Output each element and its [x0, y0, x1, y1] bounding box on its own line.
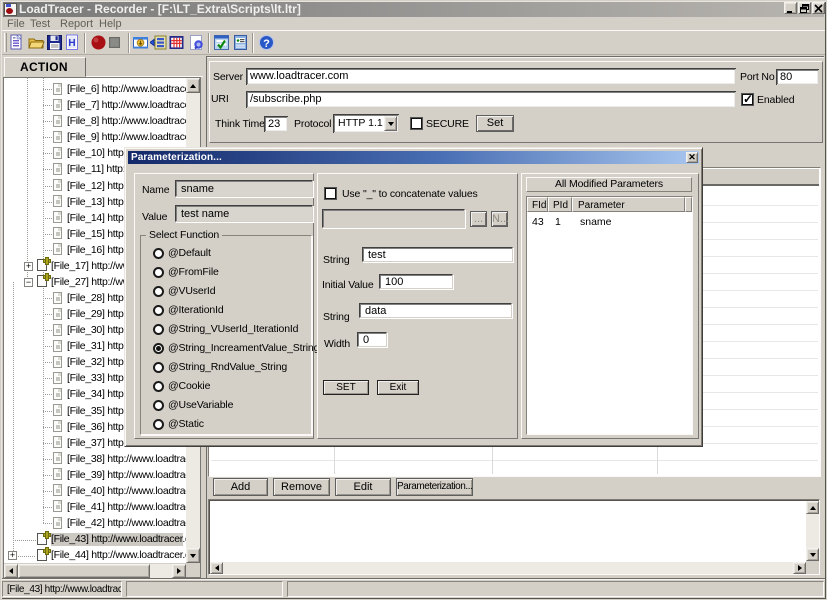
- svg-text:H: H: [68, 38, 75, 49]
- svg-text:?: ?: [263, 38, 270, 50]
